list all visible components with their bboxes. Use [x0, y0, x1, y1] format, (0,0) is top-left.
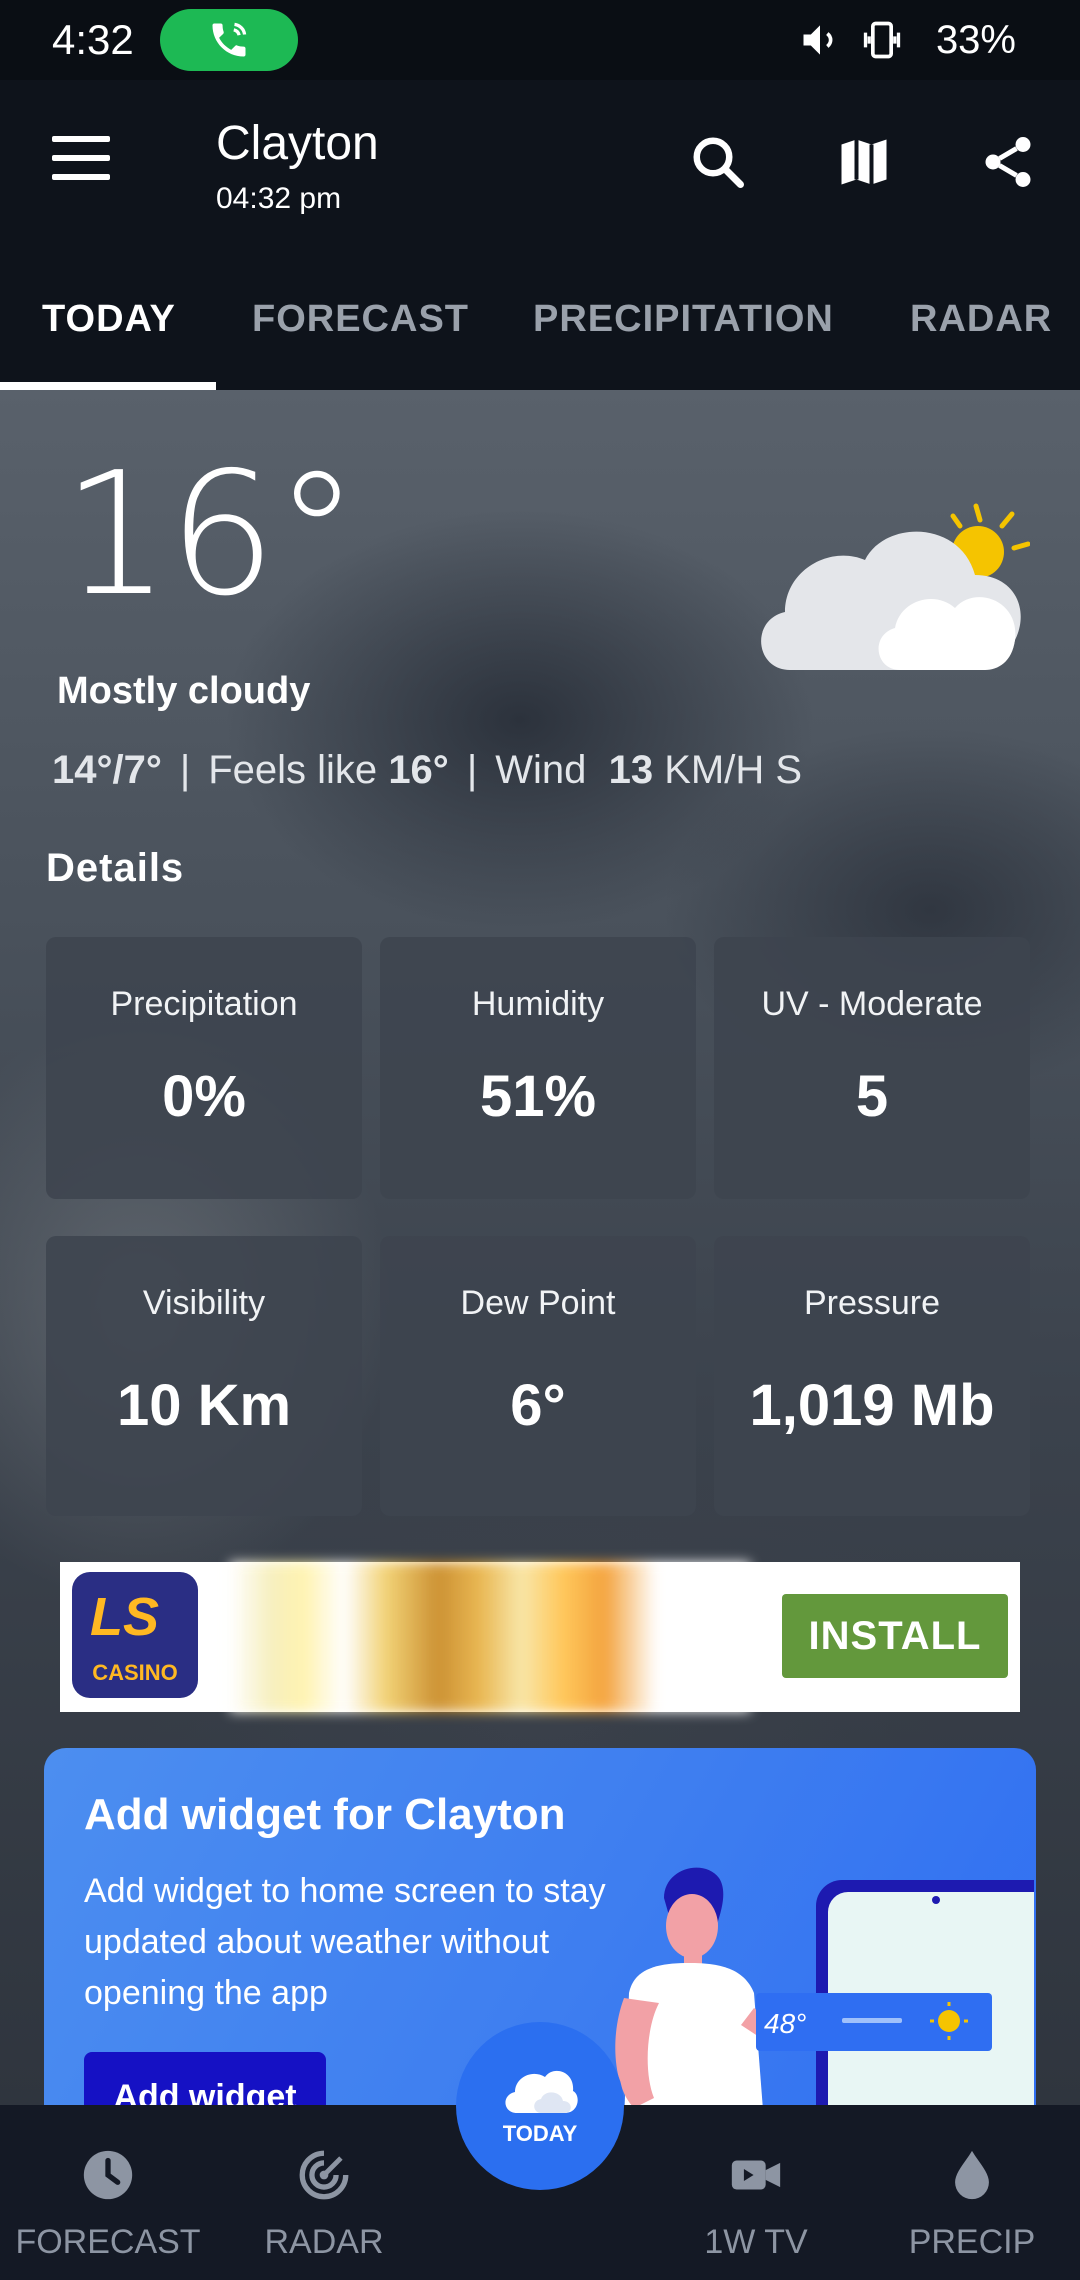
radar-icon [299, 2150, 349, 2200]
nav-1w-tv[interactable]: 1W TV [656, 2145, 856, 2262]
detail-label: Dew Point [460, 1284, 616, 1322]
widget-temp: 48° [764, 2008, 806, 2039]
partly-cloudy-icon [761, 503, 1030, 670]
active-tab-indicator [0, 382, 216, 390]
hi-lo-temps: 14°/7° [52, 748, 162, 792]
status-icons: 33% [798, 12, 1016, 68]
wind-label: Wind [495, 748, 587, 792]
feels-like-label: Feels like [208, 748, 378, 792]
share-icon[interactable] [976, 130, 1040, 194]
nav-label: PRECIP [908, 2223, 1036, 2261]
clock-icon [83, 2150, 133, 2200]
detail-label: Precipitation [110, 985, 298, 1023]
fab-label: TODAY [502, 2121, 578, 2146]
detail-card-dew-point: Dew Point 6° [380, 1236, 696, 1516]
detail-card-precipitation: Precipitation 0% [46, 937, 362, 1199]
tab-today[interactable]: TODAY [42, 298, 176, 341]
today-fab-button[interactable]: TODAY [456, 2022, 624, 2190]
wind-unit: KM/H S [664, 748, 802, 792]
local-time: 04:32 pm [216, 182, 342, 215]
detail-label: UV - Moderate [761, 985, 983, 1023]
detail-value: 51% [479, 1064, 597, 1129]
current-temperature: 16° [62, 436, 359, 634]
status-bar: 4:32 33% [0, 0, 1080, 80]
detail-value: 1,019 Mb [749, 1373, 995, 1438]
tab-precipitation[interactable]: PRECIPITATION [533, 298, 834, 341]
detail-label: Humidity [471, 985, 605, 1023]
tab-bar: TODAY FORECAST PRECIPITATION RADAR [0, 258, 1080, 390]
casino-logo: LS CASINO [72, 1572, 198, 1698]
feels-like-value: 16° [388, 748, 449, 792]
cloud-icon [505, 2070, 578, 2113]
nav-radar[interactable]: RADAR [224, 2145, 424, 2262]
details-heading: Details [46, 846, 185, 890]
weather-summary: 14°/7° | Feels like 16° | Wind 13 KM/H S [52, 748, 802, 792]
battery-percent: 33% [935, 17, 1016, 62]
detail-card-uv: UV - Moderate 5 [714, 937, 1030, 1199]
search-icon[interactable] [686, 130, 750, 194]
volume-icon [803, 25, 833, 55]
drop-icon [955, 2150, 989, 2200]
status-time: 4:32 [52, 16, 134, 63]
detail-value: 0% [162, 1064, 246, 1129]
ad-image [230, 1562, 750, 1712]
video-icon [731, 2160, 781, 2190]
detail-label: Pressure [803, 1284, 941, 1322]
nav-precip[interactable]: PRECIP [872, 2145, 1072, 2262]
detail-value: 6° [510, 1373, 566, 1438]
ad-logo-subtext: CASINO [92, 1660, 178, 1685]
detail-card-pressure: Pressure 1,019 Mb [714, 1236, 1030, 1516]
current-condition: Mostly cloudy [57, 670, 311, 712]
wind-speed: 13 [608, 748, 654, 792]
ongoing-call-pill[interactable] [160, 9, 298, 71]
tab-radar[interactable]: RADAR [910, 298, 1052, 341]
map-icon[interactable] [832, 130, 896, 194]
promo-description: Add widget to home screen to stay update… [84, 1872, 606, 2012]
nav-label: FORECAST [15, 2223, 201, 2261]
detail-label: Visibility [142, 1284, 266, 1322]
tab-forecast[interactable]: FORECAST [252, 298, 469, 341]
detail-value: 5 [855, 1064, 889, 1129]
phone-call-icon [212, 22, 247, 57]
detail-value: 10 Km [116, 1373, 292, 1438]
detail-card-visibility: Visibility 10 Km [46, 1236, 362, 1516]
city-name[interactable]: Clayton [216, 116, 379, 171]
promo-title: Add widget for Clayton [84, 1790, 566, 1839]
install-button[interactable]: INSTALL [782, 1594, 1008, 1678]
nav-label: RADAR [264, 2223, 384, 2261]
ad-banner[interactable]: LS CASINO INSTALL [60, 1562, 1020, 1712]
vibrate-icon [863, 21, 901, 59]
menu-icon[interactable] [52, 136, 112, 184]
ad-logo-text: LS [90, 1587, 160, 1647]
nav-label: 1W TV [704, 2223, 808, 2261]
detail-card-humidity: Humidity 51% [380, 937, 696, 1199]
nav-forecast[interactable]: FORECAST [8, 2145, 208, 2262]
app-bar: Clayton 04:32 pm [0, 80, 1080, 258]
